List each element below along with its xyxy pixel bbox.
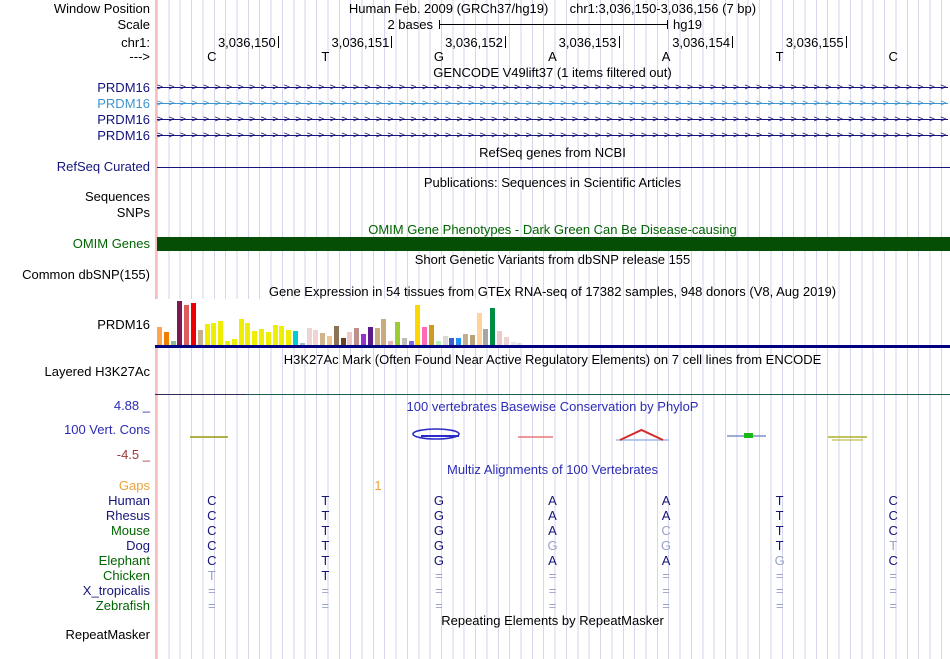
alignment-base-letter: = — [207, 598, 216, 613]
alignment-base-letter: G — [433, 523, 444, 538]
alignment-base-letter: C — [661, 523, 671, 538]
alignment-base-letter: = — [207, 583, 216, 598]
alignment-base-letter: = — [548, 583, 557, 598]
alignment-base-letter: T — [321, 493, 330, 508]
alignment-base-letter: G — [661, 538, 672, 553]
alignment-base-letter: T — [207, 568, 216, 583]
alignment-base-letter: = — [548, 568, 557, 583]
alignment-base-letter: = — [775, 583, 784, 598]
alignment-base-letter: = — [321, 583, 330, 598]
species-label[interactable]: Zebrafish — [0, 599, 150, 613]
alignment-base-letter: = — [662, 568, 670, 583]
alignment-base-letter: C — [888, 553, 898, 568]
alignment-base-letter: C — [207, 523, 217, 538]
alignment-base-letter: C — [888, 523, 898, 538]
species-label[interactable]: Dog — [0, 539, 150, 553]
species-label[interactable]: Human — [0, 494, 150, 508]
alignment-base-letter: A — [548, 493, 557, 508]
species-label[interactable]: Chicken — [0, 569, 150, 583]
alignment-base-letter: C — [888, 493, 898, 508]
alignment-base-letter: T — [321, 523, 330, 538]
species-label[interactable]: Mouse — [0, 524, 150, 538]
alignment-base-letter: A — [661, 493, 671, 508]
alignment-base-letter: T — [775, 538, 784, 553]
alignment-base-letter: T — [775, 508, 784, 523]
repeatmasker-label[interactable]: RepeatMasker — [0, 628, 150, 642]
alignment-base-letter: = — [889, 568, 897, 583]
alignment-base-letter: T — [889, 538, 898, 553]
alignment-base-letter: G — [433, 538, 444, 553]
alignment-base-letter: A — [661, 553, 671, 568]
alignment-base-letter: = — [662, 583, 670, 598]
alignment-base-letter: = — [548, 598, 557, 613]
alignment-base-letter: C — [888, 508, 898, 523]
alignment-base-letter: G — [433, 553, 444, 568]
alignment-base-letter: G — [433, 493, 444, 508]
alignment-base-letter: = — [775, 598, 784, 613]
multiz-title: Multiz Alignments of 100 Vertebrates — [446, 462, 658, 477]
alignment-base-letter: T — [321, 568, 330, 583]
gaps-label[interactable]: Gaps — [0, 479, 150, 493]
alignment-base-letter: C — [207, 508, 217, 523]
species-label[interactable]: Rhesus — [0, 509, 150, 523]
alignment-base-letter: = — [321, 598, 330, 613]
alignment-base-letter: T — [321, 508, 330, 523]
alignment-base-letter: = — [889, 598, 897, 613]
species-label[interactable]: Elephant — [0, 554, 150, 568]
alignment-base-letter: T — [321, 538, 330, 553]
alignment-base-letter: = — [662, 598, 670, 613]
alignment-base-letter: T — [775, 493, 784, 508]
alignment-base-letter: C — [207, 553, 217, 568]
alignment-base-letter: G — [547, 538, 558, 553]
alignment-base-letter: C — [207, 538, 217, 553]
alignment-base-letter: G — [774, 553, 785, 568]
alignment-base-letter: A — [548, 553, 557, 568]
alignment-base-letter: C — [207, 493, 217, 508]
alignment-base-letter: = — [435, 598, 443, 613]
alignment-base-letter: = — [435, 568, 443, 583]
alignment-base-letter: T — [321, 553, 330, 568]
alignment-base-letter: = — [435, 583, 443, 598]
species-label[interactable]: X_tropicalis — [0, 584, 150, 598]
repeatmasker-title: Repeating Elements by RepeatMasker — [441, 613, 664, 628]
alignment-base-letter: = — [775, 568, 784, 583]
genome-browser-image: Window Position Human Feb. 2009 (GRCh37/… — [0, 0, 950, 659]
alignment-base-letter: T — [775, 523, 784, 538]
alignment-base-letter: G — [433, 508, 444, 523]
alignment-base-letter: = — [889, 583, 897, 598]
gap-insert-marker: 1 — [374, 478, 382, 493]
alignment-base-letter: A — [548, 523, 557, 538]
alignment-base-letter: A — [548, 508, 557, 523]
alignment-base-letter: A — [661, 508, 671, 523]
